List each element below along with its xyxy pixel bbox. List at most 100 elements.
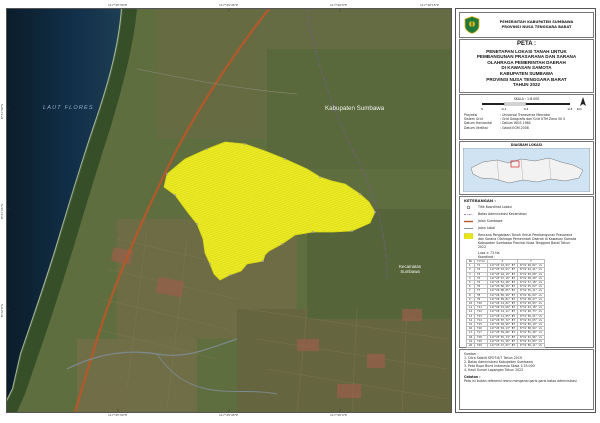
satellite-map[interactable] bbox=[7, 9, 451, 412]
grid-tick-top: 117°25'30"E bbox=[108, 3, 127, 7]
legend-label: Jalan Sumbawa bbox=[478, 219, 503, 223]
coordinate-cell: 117°25'47,02" BT bbox=[486, 343, 518, 349]
scale-tick-1: 0,1 bbox=[501, 107, 506, 111]
district-label-line-2: Sumbawa bbox=[400, 269, 420, 274]
table-row: 12 T12 117°26'14,11" BT 8°31'46,73" LS bbox=[465, 309, 545, 315]
coordinate-cell: 8°31'38,27" LS bbox=[516, 296, 545, 303]
scale-tick-3: 0,4 bbox=[567, 107, 572, 111]
note-text: Peta ini bukan referensi resmi mengenai … bbox=[464, 379, 577, 383]
table-row: 19 T19 117°25'51,20" BT 8°31'51,83" LS bbox=[465, 338, 545, 345]
scale-tick-0: 0 bbox=[481, 107, 483, 111]
table-row: 2 T2 117°25'43,61" BT 8°31'44,21" LS bbox=[465, 267, 545, 273]
title-box: PETA : PENETAPAN LOKASI TANAH UNTUK PEMBA… bbox=[459, 39, 594, 93]
map-title-line: PEMBANGUNAN PRASARANA DAN SARANA bbox=[476, 54, 577, 60]
legend-item-road: Jalan Sumbawa bbox=[464, 219, 593, 224]
map-title-label: PETA : bbox=[517, 41, 536, 47]
coordinate-cell: 8°31'44,21" LS bbox=[516, 267, 545, 273]
coordinate-cell: 8°31'35,11" LS bbox=[516, 288, 545, 294]
table-row: 3 T3 117°25'44,19" BT 8°31'40,08" LS bbox=[465, 271, 545, 277]
coordinate-cell: 117°26'00,65" BT bbox=[486, 288, 518, 294]
table-row: 17 T17 117°25'59,08" BT 8°31'55,40" LS bbox=[465, 330, 545, 336]
area-symbol-icon bbox=[464, 233, 473, 239]
coordinate-cell: 117°25'43,61" BT bbox=[486, 267, 518, 273]
spec-value: : Geoid EGM 2008 bbox=[500, 125, 529, 130]
coordinate-table: No Titik X Y 1 T1 117°25'43,93" BT 8°31'48,82"… bbox=[465, 258, 545, 349]
table-row: 7 T7 117°26'00,65" BT 8°31'35,11" LS bbox=[465, 288, 545, 294]
coordinate-cell: 8°31'53,65" LS bbox=[516, 317, 545, 324]
grid-tick-top: 117°26'15"E bbox=[420, 3, 439, 7]
coordinate-cell: 8°31'52,96" LS bbox=[516, 334, 545, 340]
grid-tick-bottom: 117°26'0"E bbox=[330, 413, 348, 417]
legend-label: Batas Administrasi Kecamatan bbox=[478, 212, 527, 216]
spec-key: Datum Vertikal bbox=[464, 125, 488, 130]
coordinate-cell: 117°25'55,74" BT bbox=[486, 334, 518, 340]
coordinate-cell: 117°26'09,81" BT bbox=[486, 296, 518, 303]
legend-item-local-road: Jalan Lokal bbox=[464, 226, 593, 231]
admin-boundary-symbol-icon bbox=[464, 214, 473, 215]
legend-item-admin-boundary: Batas Administrasi Kecamatan bbox=[464, 212, 593, 217]
legend-item-area: Rencana Pengadaan Tanah Untuk Pembanguna… bbox=[464, 233, 593, 249]
regency-label: Kabupaten Sumbawa bbox=[325, 105, 385, 112]
sources-box: Sumber :1. Citra Satelit SPOT-6/7 Tahun … bbox=[459, 349, 594, 410]
legend-label: Titik Koordinat Lokasi bbox=[478, 205, 512, 209]
coordinate-cell: 117°25'59,08" BT bbox=[486, 330, 518, 336]
table-row: 9 T9 117°26'09,81" BT 8°31'38,27" LS bbox=[465, 296, 545, 303]
regency-logo-icon bbox=[464, 16, 480, 34]
grid-tick-top: 117°25'45"E bbox=[219, 3, 238, 7]
coordinate-cell: 117°26'11,05" BT bbox=[486, 313, 518, 319]
location-inset-map bbox=[463, 148, 590, 192]
coordinate-cell: 117°25'47,10" BT bbox=[486, 275, 518, 282]
scale-bar: 0 0,1 0,2 0,4 Km bbox=[481, 102, 582, 111]
legend-item-point: Titik Koordinat Lokasi bbox=[464, 205, 593, 210]
coordinate-cell: 8°31'36,04" LS bbox=[516, 292, 545, 298]
table-row: 8 T8 117°26'05,20" BT 8°31'36,04" LS bbox=[465, 292, 545, 298]
coordinate-cell: 8°31'51,83" LS bbox=[516, 338, 545, 345]
coordinate-cell: 8°31'38,40" LS bbox=[516, 275, 545, 282]
north-arrow-icon bbox=[580, 97, 586, 106]
legend-label: Jalan Lokal bbox=[478, 226, 496, 230]
coordinate-cell: 117°26'05,20" BT bbox=[486, 292, 518, 298]
grid-tick-left: 8°31'30"S bbox=[0, 104, 4, 120]
coordinate-cell: T20 bbox=[474, 343, 488, 349]
legend-box: KETERANGAN : Titik Koordinat Lokasi Bata… bbox=[459, 196, 594, 349]
table-row: 14 T14 117°26'07,72" BT 8°31'53,65" LS bbox=[465, 317, 545, 324]
legend-title: KETERANGAN : bbox=[464, 198, 496, 203]
sea-label: LAUT FLORES bbox=[43, 105, 94, 111]
coordinate-cell: 8°31'55,40" LS bbox=[516, 330, 545, 336]
coordinate-cell: 117°26'14,11" BT bbox=[486, 309, 518, 315]
coordinate-cell: 8°31'40,08" LS bbox=[516, 271, 545, 277]
legend-label: Rencana Pengadaan Tanah Untuk Pembanguna… bbox=[478, 233, 577, 249]
local-road-symbol-icon bbox=[464, 228, 473, 229]
table-row: 20 T20 117°25'47,02" BT 8°31'50,11" LS bbox=[465, 343, 545, 349]
coordinate-cell: 117°25'44,19" BT bbox=[486, 271, 518, 277]
coordinate-cell: 117°26'07,72" BT bbox=[486, 317, 518, 324]
grid-tick-bottom: 117°25'30"E bbox=[108, 413, 127, 417]
district-label: Kecamatan Sumbawa bbox=[399, 264, 421, 274]
source-line: 4. Hasil Survei Lapangan Tahun 2022 bbox=[464, 368, 524, 372]
scale-label: SKALA : 1:8.000 bbox=[513, 97, 540, 101]
grid-tick-left: 8°32'0"S bbox=[0, 304, 4, 318]
coordinate-cell: 8°31'46,73" LS bbox=[516, 309, 545, 315]
coordinate-cell: 20 bbox=[465, 343, 476, 349]
spec-row: Datum Vertikal : Geoid EGM 2008 bbox=[464, 126, 589, 130]
map-title: PENETAPAN LOKASI TANAH UNTUK PEMBANGUNAN … bbox=[460, 49, 593, 88]
map-sheet: LAUT FLORES Kabupaten Sumbawa Kecamatan … bbox=[0, 0, 600, 423]
projection-specs: Proyeksi: Universal Transverse Mercator S… bbox=[464, 113, 589, 130]
map-frame[interactable]: LAUT FLORES Kabupaten Sumbawa Kecamatan … bbox=[6, 8, 452, 413]
map-title-line: TAHUN 2022 bbox=[512, 82, 541, 88]
inset-box: DIAGRAM LOKASI bbox=[459, 141, 594, 195]
table-row: 13 T13 117°26'11,05" BT 8°31'50,21" LS bbox=[465, 313, 545, 319]
inset-title: DIAGRAM LOKASI bbox=[510, 143, 543, 147]
coordinate-cell: 117°25'51,20" BT bbox=[486, 338, 518, 345]
table-row: 4 T4 117°25'47,10" BT 8°31'38,40" LS bbox=[465, 275, 545, 282]
scale-box: SKALA : 1:8.000 0 0,1 0,2 0,4 Km Proyeks… bbox=[459, 94, 594, 140]
grid-tick-left: 8°31'45"S bbox=[0, 204, 4, 220]
header-box: PEMERINTAH KABUPATEN SUMBAWA PROVINSI NU… bbox=[459, 12, 594, 38]
institution-line-2: PROVINSI NUSA TENGGARA BARAT bbox=[501, 24, 572, 29]
scale-unit: Km bbox=[577, 107, 582, 111]
scale-tick-2: 0,2 bbox=[523, 107, 528, 111]
point-symbol-icon bbox=[466, 205, 471, 210]
grid-tick-bottom: 117°25'45"E bbox=[219, 413, 238, 417]
table-row: 18 T18 117°25'55,74" BT 8°31'52,96" LS bbox=[465, 334, 545, 340]
road-symbol-icon bbox=[464, 220, 473, 223]
